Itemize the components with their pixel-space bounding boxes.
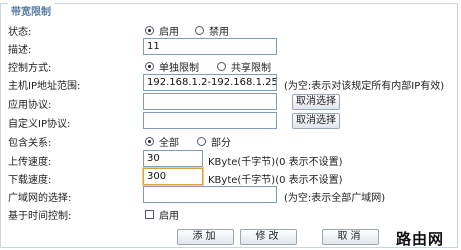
status-disable-radio[interactable] <box>195 26 204 35</box>
upload-speed-input[interactable]: 30 <box>143 150 203 167</box>
status-enable-radio[interactable] <box>145 26 154 35</box>
custom-ip-protocol-label: 自定义IP协议: <box>8 119 71 130</box>
time-control-checkbox[interactable] <box>145 210 154 219</box>
custom-ip-protocol-input[interactable] <box>143 112 277 129</box>
download-speed-input[interactable]: 300 <box>143 168 203 185</box>
custom-ip-protocol-deselect-button[interactable]: 取消选择 <box>292 113 340 129</box>
description-label: 描述: <box>8 45 32 56</box>
download-speed-label: 下载速度: <box>8 175 52 186</box>
time-control-label: 基于时间控制: <box>8 211 72 222</box>
control-individual-label[interactable]: 单独限制 <box>159 59 199 74</box>
modify-button[interactable]: 修改 <box>240 229 297 245</box>
app-protocol-input[interactable] <box>143 93 277 110</box>
include-all-radio[interactable] <box>145 137 154 146</box>
cancel-button[interactable]: 取消 <box>322 229 379 245</box>
upload-speed-hint: KByte(千字节)(0 表示不设置) <box>208 157 343 168</box>
control-individual-radio[interactable] <box>145 62 154 71</box>
add-button[interactable]: 添加 <box>177 229 234 245</box>
include-all-label[interactable]: 全部 <box>159 134 179 149</box>
status-enable-label[interactable]: 启用 <box>159 23 179 38</box>
upload-speed-label: 上传速度: <box>8 157 52 168</box>
host-ip-range-label: 主机IP地址范围: <box>8 81 81 92</box>
site-watermark: 路由网 <box>396 230 445 248</box>
control-shared-label[interactable]: 共享限制 <box>231 59 271 74</box>
control-mode-label: 控制方式: <box>8 63 52 74</box>
include-partial-radio[interactable] <box>197 137 206 146</box>
host-ip-range-hint: (为空:表示对该规定所有内部IP有效) <box>284 81 445 92</box>
include-partial-label[interactable]: 部分 <box>211 134 231 149</box>
control-shared-radio[interactable] <box>217 62 226 71</box>
status-label: 状态: <box>8 27 32 38</box>
description-input[interactable]: 11 <box>143 38 277 55</box>
host-ip-range-input[interactable]: 192.168.1.2-192.168.1.254 <box>143 74 277 91</box>
app-protocol-deselect-button[interactable]: 取消选择 <box>292 94 340 110</box>
time-control-checkbox-label[interactable]: 启用 <box>159 207 179 222</box>
app-protocol-label: 应用协议: <box>8 100 52 111</box>
wan-select-hint: (为空:表示全部广域网) <box>284 193 386 204</box>
wan-select-label: 广域网的选择: <box>8 193 72 204</box>
wan-select-input[interactable] <box>143 186 277 203</box>
include-relation-label: 包含关系: <box>8 138 52 149</box>
status-disable-label[interactable]: 禁用 <box>209 23 229 38</box>
section-title: 带宽限制 <box>8 3 54 18</box>
download-speed-hint: KByte(千字节)(0 表示不设置) <box>208 175 343 186</box>
